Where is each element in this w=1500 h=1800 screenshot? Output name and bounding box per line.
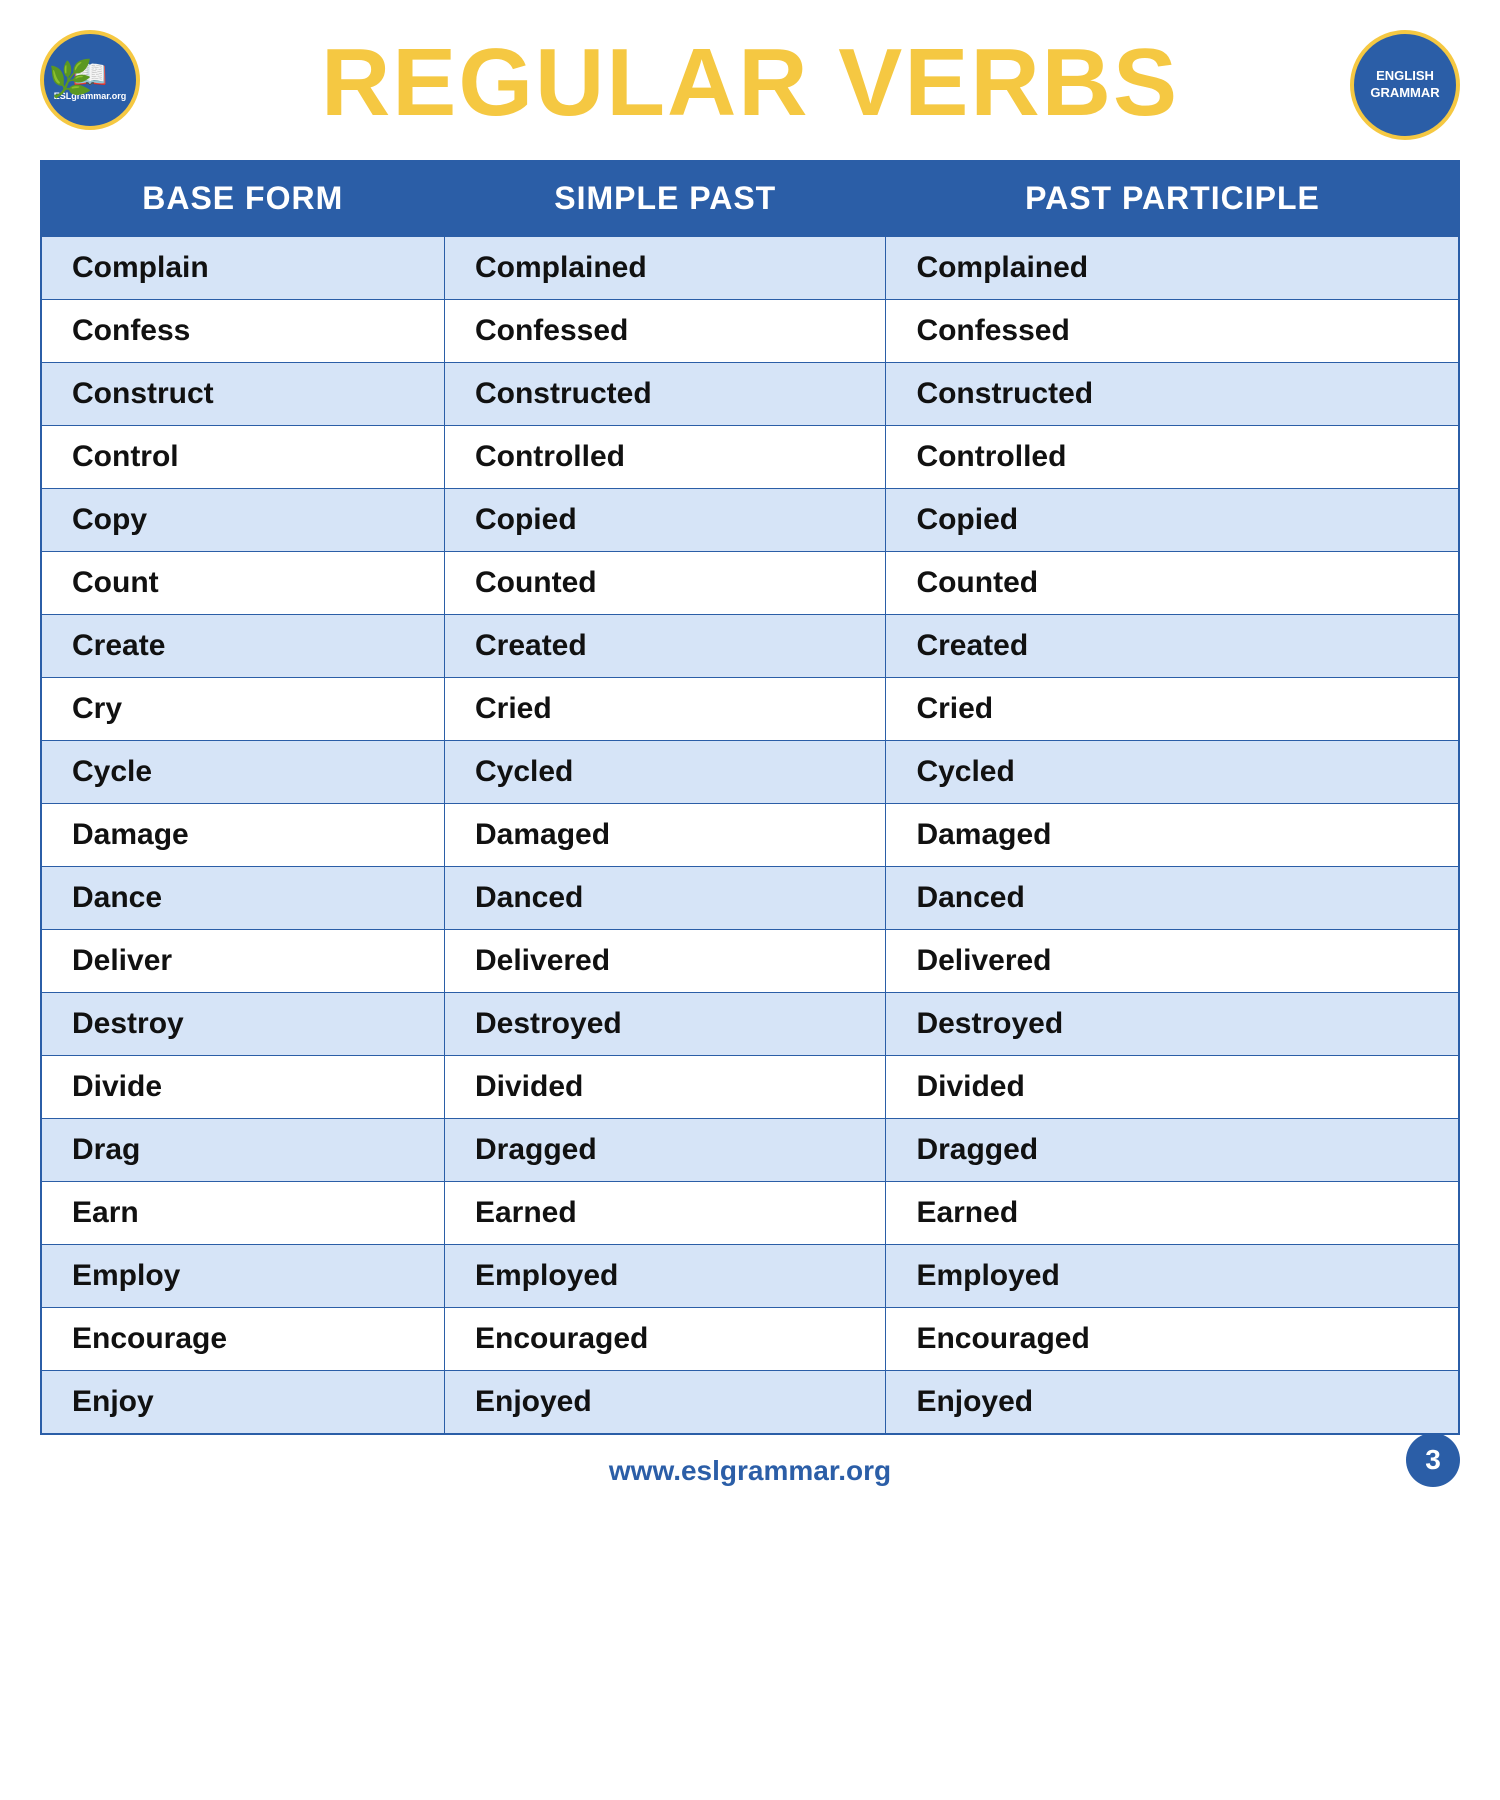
cell-r6-c1: Created [444,614,885,677]
cell-r18-c1: Enjoyed [444,1370,885,1434]
cell-r15-c0: Earn [41,1181,444,1244]
cell-r10-c2: Danced [886,866,1459,929]
cell-r10-c0: Dance [41,866,444,929]
page-number: 3 [1406,1433,1460,1487]
cell-r11-c0: Deliver [41,929,444,992]
verb-table: BASE FORM SIMPLE PAST PAST PARTICIPLE Co… [40,160,1460,1435]
table-row: DivideDividedDivided [41,1055,1459,1118]
cell-r17-c1: Encouraged [444,1307,885,1370]
cell-r17-c2: Encouraged [886,1307,1459,1370]
cell-r12-c2: Destroyed [886,992,1459,1055]
cell-r2-c0: Construct [41,362,444,425]
col-header-participle: PAST PARTICIPLE [886,161,1459,236]
cell-r10-c1: Danced [444,866,885,929]
cell-r0-c2: Complained [886,236,1459,300]
table-row: CycleCycledCycled [41,740,1459,803]
cell-r8-c1: Cycled [444,740,885,803]
cell-r5-c0: Count [41,551,444,614]
english-grammar-badge: ENGLISH GRAMMAR [1350,30,1460,140]
cell-r0-c0: Complain [41,236,444,300]
cell-r3-c1: Controlled [444,425,885,488]
cell-r14-c0: Drag [41,1118,444,1181]
page-title: REGULAR VERBS [321,30,1179,136]
table-row: ComplainComplainedComplained [41,236,1459,300]
cell-r8-c2: Cycled [886,740,1459,803]
cell-r16-c2: Employed [886,1244,1459,1307]
table-row: CryCriedCried [41,677,1459,740]
table-row: CreateCreatedCreated [41,614,1459,677]
table-row: ConfessConfessedConfessed [41,299,1459,362]
cell-r4-c1: Copied [444,488,885,551]
cell-r14-c2: Dragged [886,1118,1459,1181]
page-wrapper: 📖 ESLgrammar.org 🌿 🌿 REGULAR VERBS ENGLI… [0,0,1500,1527]
cell-r18-c2: Enjoyed [886,1370,1459,1434]
cell-r16-c0: Employ [41,1244,444,1307]
cell-r15-c2: Earned [886,1181,1459,1244]
cell-r7-c0: Cry [41,677,444,740]
cell-r15-c1: Earned [444,1181,885,1244]
cell-r17-c0: Encourage [41,1307,444,1370]
cell-r14-c1: Dragged [444,1118,885,1181]
cell-r13-c2: Divided [886,1055,1459,1118]
table-row: CopyCopiedCopied [41,488,1459,551]
table-row: DanceDancedDanced [41,866,1459,929]
cell-r4-c2: Copied [886,488,1459,551]
cell-r8-c0: Cycle [41,740,444,803]
cell-r12-c0: Destroy [41,992,444,1055]
cell-r16-c1: Employed [444,1244,885,1307]
cell-r5-c1: Counted [444,551,885,614]
cell-r13-c1: Divided [444,1055,885,1118]
table-row: EarnEarnedEarned [41,1181,1459,1244]
cell-r2-c1: Constructed [444,362,885,425]
table-row: DragDraggedDragged [41,1118,1459,1181]
cell-r3-c0: Control [41,425,444,488]
cell-r1-c1: Confessed [444,299,885,362]
cell-r5-c2: Counted [886,551,1459,614]
cell-r7-c1: Cried [444,677,885,740]
badge-text-line2: GRAMMAR [1370,85,1439,102]
laurel-left-icon: 🌿 [48,58,93,100]
table-row: DamageDamagedDamaged [41,803,1459,866]
cell-r2-c2: Constructed [886,362,1459,425]
table-row: EmployEmployedEmployed [41,1244,1459,1307]
cell-r0-c1: Complained [444,236,885,300]
cell-r13-c0: Divide [41,1055,444,1118]
table-row: EncourageEncouragedEncouraged [41,1307,1459,1370]
table-row: ConstructConstructedConstructed [41,362,1459,425]
cell-r12-c1: Destroyed [444,992,885,1055]
cell-r3-c2: Controlled [886,425,1459,488]
cell-r1-c0: Confess [41,299,444,362]
table-row: EnjoyEnjoyedEnjoyed [41,1370,1459,1434]
table-row: CountCountedCounted [41,551,1459,614]
cell-r6-c2: Created [886,614,1459,677]
cell-r9-c2: Damaged [886,803,1459,866]
table-header-row: BASE FORM SIMPLE PAST PAST PARTICIPLE [41,161,1459,236]
cell-r9-c1: Damaged [444,803,885,866]
footer: www.eslgrammar.org 3 [40,1455,1460,1487]
footer-url: www.eslgrammar.org [609,1455,891,1487]
cell-r1-c2: Confessed [886,299,1459,362]
col-header-past: SIMPLE PAST [444,161,885,236]
cell-r9-c0: Damage [41,803,444,866]
cell-r18-c0: Enjoy [41,1370,444,1434]
cell-r6-c0: Create [41,614,444,677]
cell-r4-c0: Copy [41,488,444,551]
header: 📖 ESLgrammar.org 🌿 🌿 REGULAR VERBS ENGLI… [40,30,1460,136]
col-header-base: BASE FORM [41,161,444,236]
table-row: DestroyDestroyedDestroyed [41,992,1459,1055]
cell-r11-c2: Delivered [886,929,1459,992]
table-row: ControlControlledControlled [41,425,1459,488]
table-row: DeliverDeliveredDelivered [41,929,1459,992]
badge-text-line1: ENGLISH [1376,68,1434,85]
cell-r11-c1: Delivered [444,929,885,992]
cell-r7-c2: Cried [886,677,1459,740]
